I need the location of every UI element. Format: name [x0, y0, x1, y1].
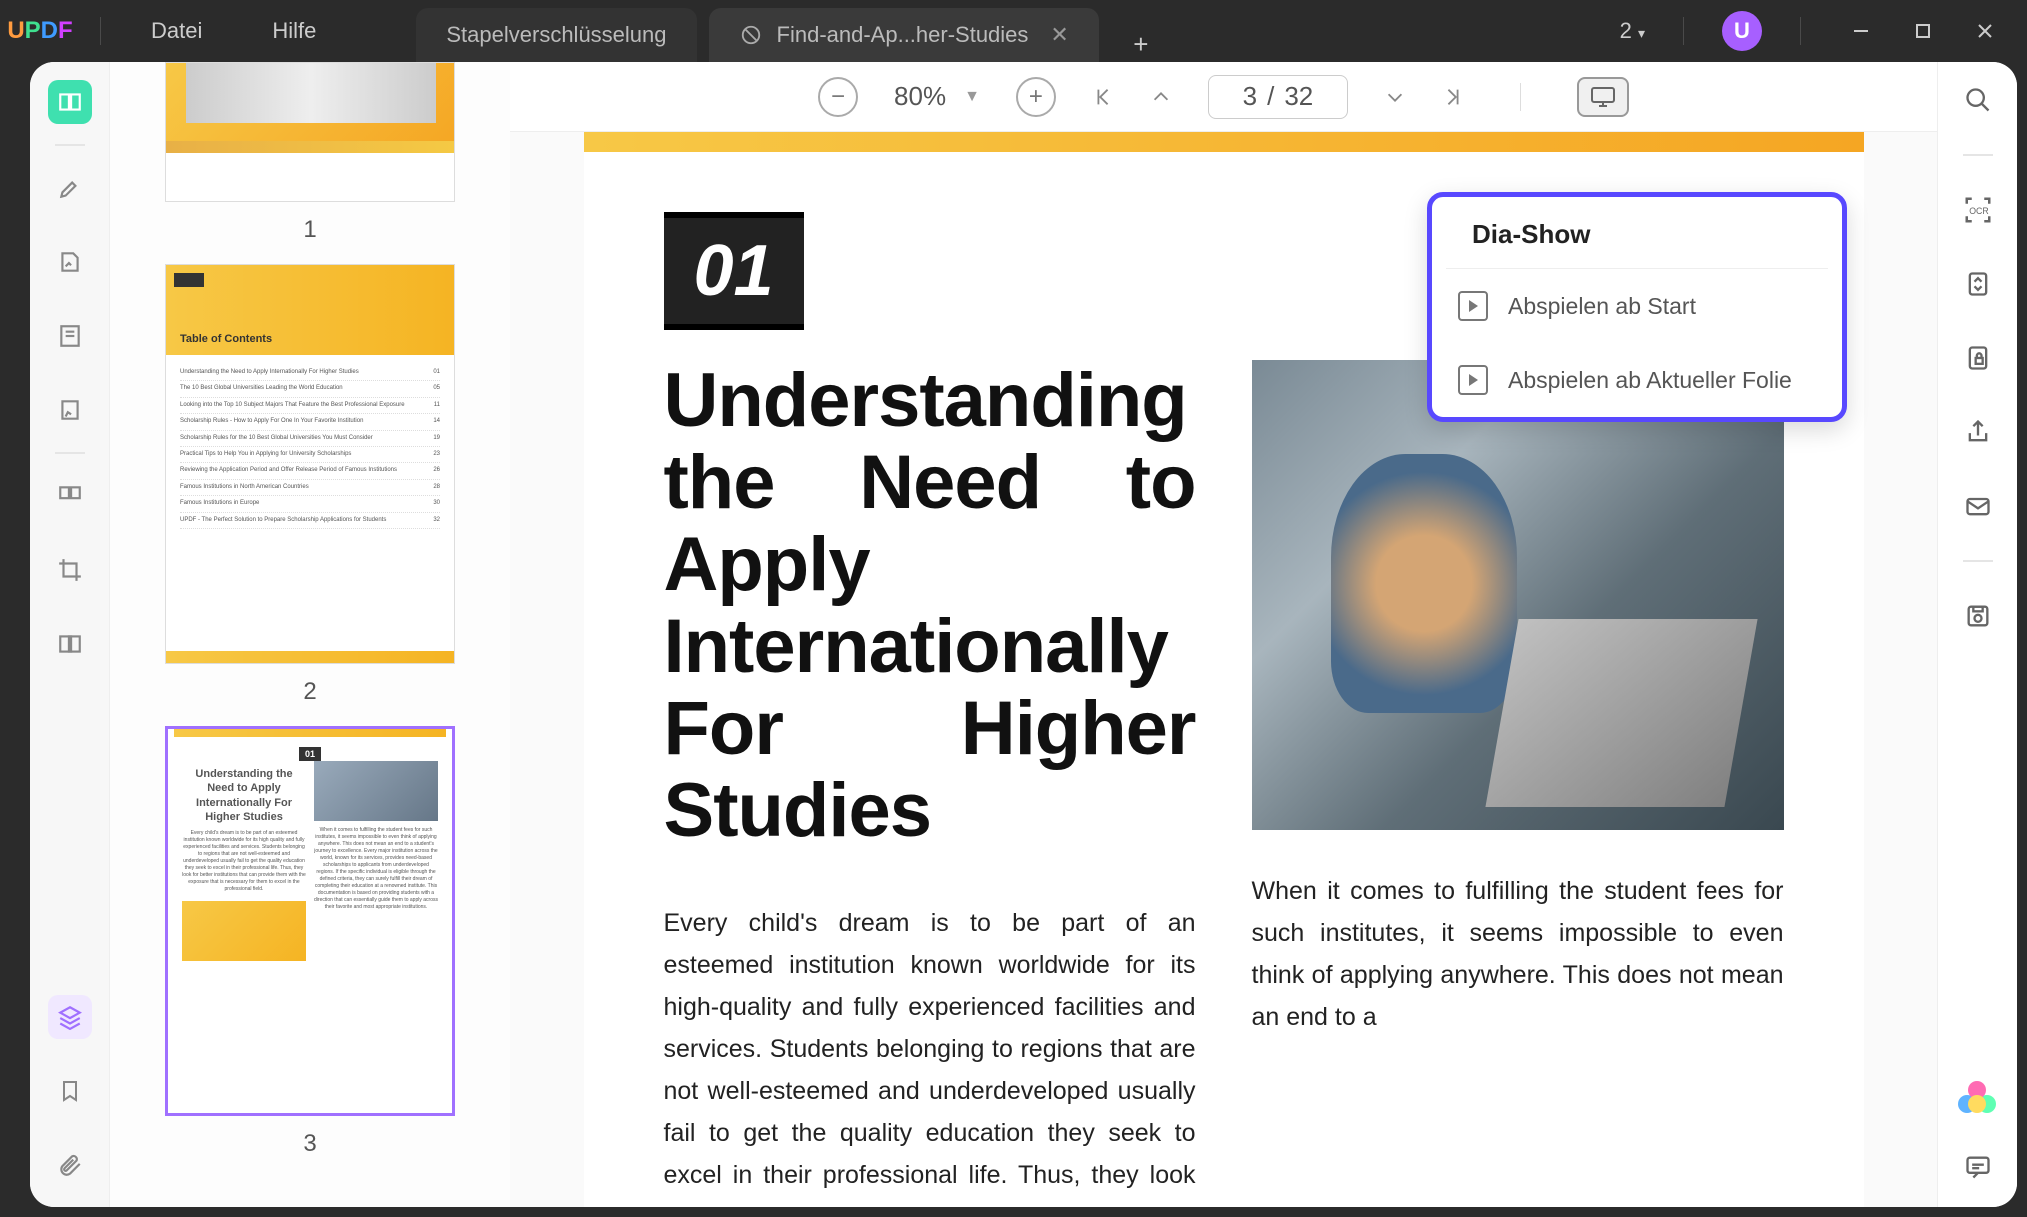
- doc-draft-icon: [739, 23, 763, 47]
- tab-label: Stapelverschlüsselung: [446, 22, 666, 48]
- page-heading: Understanding the Need to Apply Internat…: [664, 360, 1196, 852]
- search-icon[interactable]: [1958, 80, 1998, 120]
- tab-active[interactable]: Find-and-Ap...her-Studies ✕: [709, 8, 1099, 62]
- titlebar: UPDF Datei Hilfe Stapelverschlüsselung F…: [0, 0, 2027, 62]
- menu-file[interactable]: Datei: [151, 18, 202, 44]
- ocr-icon[interactable]: OCR: [1958, 190, 1998, 230]
- thumb-2-wrap[interactable]: Table of Contents Understanding the Need…: [160, 264, 460, 706]
- thumbnail-page-3[interactable]: 01 Understanding the Need to Apply Inter…: [165, 726, 455, 1116]
- app-logo: UPDF: [0, 17, 80, 45]
- crop-tool-icon[interactable]: [48, 548, 92, 592]
- svg-text:OCR: OCR: [1969, 206, 1988, 216]
- separator: [55, 144, 85, 146]
- bookmark-icon[interactable]: [48, 1069, 92, 1113]
- thumb-3-wrap[interactable]: 01 Understanding the Need to Apply Inter…: [160, 726, 460, 1158]
- divider: [1520, 83, 1521, 111]
- document-tabs: Stapelverschlüsselung Find-and-Ap...her-…: [416, 0, 1158, 62]
- divider: [100, 17, 101, 45]
- menu-help[interactable]: Hilfe: [272, 18, 316, 44]
- maximize-button[interactable]: [1901, 9, 1945, 53]
- pages-tool-icon[interactable]: [48, 314, 92, 358]
- divider: [1800, 17, 1801, 45]
- thumb-label: 2: [160, 678, 460, 706]
- add-tab-button[interactable]: +: [1123, 26, 1159, 62]
- thumbnail-page-1[interactable]: [165, 62, 455, 202]
- popover-title: Dia-Show: [1446, 197, 1828, 269]
- ai-assistant-icon[interactable]: [1960, 1081, 1996, 1117]
- convert-icon[interactable]: [1958, 264, 1998, 304]
- thumb-label: 1: [160, 216, 460, 244]
- fill-sign-icon[interactable]: [48, 388, 92, 432]
- play-from-current-item[interactable]: Abspielen ab Aktueller Folie: [1432, 343, 1842, 417]
- attachment-icon[interactable]: [48, 1143, 92, 1187]
- play-icon: [1458, 365, 1488, 395]
- play-from-start-item[interactable]: Abspielen ab Start: [1432, 269, 1842, 343]
- save-icon[interactable]: [1958, 596, 1998, 636]
- zoom-out-button[interactable]: −: [818, 77, 858, 117]
- thumb-label: 3: [160, 1130, 460, 1158]
- comment-icon[interactable]: [1958, 1147, 1998, 1187]
- page-number-input[interactable]: 3 / 32: [1208, 75, 1348, 119]
- menu-bar: Datei Hilfe: [121, 18, 346, 44]
- article-photo: [1252, 360, 1784, 830]
- divider: [1683, 17, 1684, 45]
- highlight-tool-icon[interactable]: [48, 166, 92, 210]
- edit-tool-icon[interactable]: [48, 240, 92, 284]
- body-text-col2: When it comes to fulfilling the student …: [1252, 870, 1784, 1038]
- first-page-button[interactable]: [1092, 86, 1114, 108]
- thumb-1-wrap[interactable]: 1: [160, 62, 460, 244]
- tab-label: Find-and-Ap...her-Studies: [777, 22, 1029, 48]
- separator: [1963, 154, 1993, 156]
- chevron-down-icon: ▼: [964, 88, 980, 106]
- open-docs-count[interactable]: 2 ▾: [1620, 18, 1645, 44]
- share-icon[interactable]: [1958, 412, 1998, 452]
- separator: [1963, 560, 1993, 562]
- compare-tool-icon[interactable]: [48, 622, 92, 666]
- next-page-button[interactable]: [1384, 86, 1406, 108]
- last-page-button[interactable]: [1442, 86, 1464, 108]
- reader-mode-icon[interactable]: [48, 80, 92, 124]
- close-window-button[interactable]: [1963, 9, 2007, 53]
- separator: [55, 452, 85, 454]
- prev-page-button[interactable]: [1150, 86, 1172, 108]
- thumbnail-page-2[interactable]: Table of Contents Understanding the Need…: [165, 264, 455, 664]
- organize-tool-icon[interactable]: [48, 474, 92, 518]
- right-toolbar: OCR: [1937, 62, 2017, 1207]
- thumbnail-panel[interactable]: 1 Table of Contents Understanding the Ne…: [110, 62, 510, 1207]
- tab-inactive[interactable]: Stapelverschlüsselung: [416, 8, 696, 62]
- body-text-col1: Every child's dream is to be part of an …: [664, 902, 1196, 1207]
- protect-icon[interactable]: [1958, 338, 1998, 378]
- minimize-button[interactable]: [1839, 9, 1883, 53]
- left-toolbar: [30, 62, 110, 1207]
- viewer-toolbar: − 80% ▼ + 3 / 32: [510, 62, 1937, 132]
- zoom-level-select[interactable]: 80% ▼: [894, 81, 980, 112]
- top-right-controls: 2 ▾ U: [1620, 9, 2027, 53]
- section-number-badge: 01: [664, 212, 804, 330]
- viewer-area: − 80% ▼ + 3 / 32 01: [510, 62, 1937, 1207]
- slideshow-popover: Dia-Show Abspielen ab Start Abspielen ab…: [1427, 192, 1847, 422]
- zoom-in-button[interactable]: +: [1016, 77, 1056, 117]
- layers-icon[interactable]: [48, 995, 92, 1039]
- main-area: 1 Table of Contents Understanding the Ne…: [30, 62, 2017, 1207]
- slideshow-button[interactable]: [1577, 77, 1629, 117]
- close-tab-icon[interactable]: ✕: [1050, 22, 1068, 48]
- user-avatar[interactable]: U: [1722, 11, 1762, 51]
- play-icon: [1458, 291, 1488, 321]
- email-icon[interactable]: [1958, 486, 1998, 526]
- page-accent-bar: [584, 132, 1864, 152]
